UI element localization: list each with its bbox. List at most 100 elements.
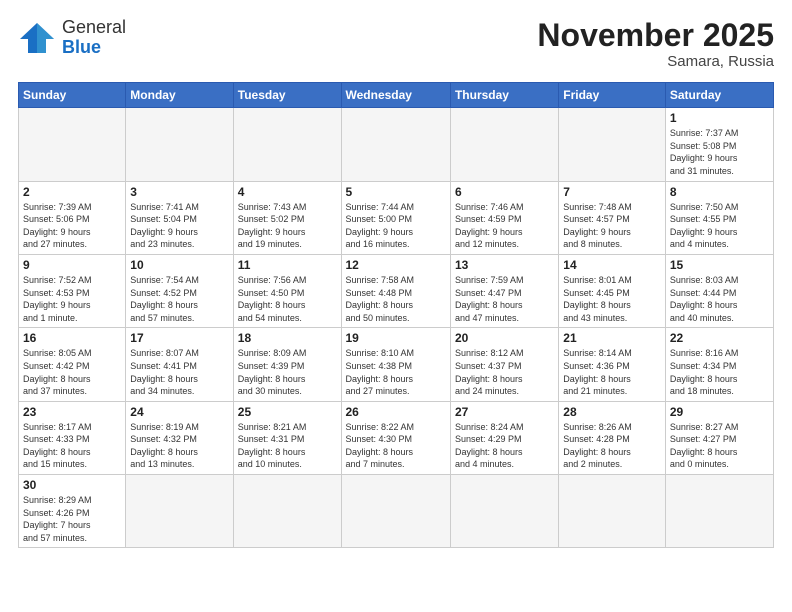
- day-info: Sunrise: 8:21 AM Sunset: 4:31 PM Dayligh…: [238, 421, 337, 471]
- day-number: 25: [238, 405, 337, 419]
- day-info: Sunrise: 8:29 AM Sunset: 4:26 PM Dayligh…: [23, 494, 121, 544]
- day-header-monday: Monday: [126, 83, 233, 108]
- day-number: 17: [130, 331, 228, 345]
- calendar-cell: 3 Sunrise: 7:41 AM Sunset: 5:04 PM Daylig…: [126, 181, 233, 254]
- calendar-cell: 30 Sunrise: 8:29 AM Sunset: 4:26 PM Dayli…: [19, 475, 126, 548]
- location: Samara, Russia: [537, 53, 774, 70]
- calendar-cell: 18 Sunrise: 8:09 AM Sunset: 4:39 PM Dayli…: [233, 328, 341, 401]
- calendar-cell: 7Sunrise: 7:48 AM Sunset: 4:57 PM Daylig…: [559, 181, 666, 254]
- calendar: SundayMondayTuesdayWednesdayThursdayFrid…: [18, 82, 774, 548]
- calendar-cell: 6 Sunrise: 7:46 AM Sunset: 4:59 PM Daylig…: [450, 181, 558, 254]
- day-info: Sunrise: 7:41 AM Sunset: 5:04 PM Dayligh…: [130, 201, 228, 251]
- calendar-cell: 8 Sunrise: 7:50 AM Sunset: 4:55 PM Daylig…: [665, 181, 773, 254]
- calendar-cell: 22 Sunrise: 8:16 AM Sunset: 4:34 PM Dayli…: [665, 328, 773, 401]
- day-header-wednesday: Wednesday: [341, 83, 450, 108]
- day-info: Sunrise: 7:50 AM Sunset: 4:55 PM Dayligh…: [670, 201, 769, 251]
- logo-icon: [18, 21, 56, 55]
- day-number: 30: [23, 478, 121, 492]
- calendar-cell: 23 Sunrise: 8:17 AM Sunset: 4:33 PM Dayli…: [19, 401, 126, 474]
- day-info: Sunrise: 8:01 AM Sunset: 4:45 PM Dayligh…: [563, 274, 661, 324]
- day-number: 18: [238, 331, 337, 345]
- calendar-cell: 26 Sunrise: 8:22 AM Sunset: 4:30 PM Dayli…: [341, 401, 450, 474]
- calendar-header-row: SundayMondayTuesdayWednesdayThursdayFrid…: [19, 83, 774, 108]
- day-info: Sunrise: 8:12 AM Sunset: 4:37 PM Dayligh…: [455, 347, 554, 397]
- day-info: Sunrise: 8:10 AM Sunset: 4:38 PM Dayligh…: [346, 347, 446, 397]
- day-info: Sunrise: 8:26 AM Sunset: 4:28 PM Dayligh…: [563, 421, 661, 471]
- day-header-thursday: Thursday: [450, 83, 558, 108]
- calendar-cell: 28 Sunrise: 8:26 AM Sunset: 4:28 PM Dayli…: [559, 401, 666, 474]
- calendar-cell: 21Sunrise: 8:14 AM Sunset: 4:36 PM Dayli…: [559, 328, 666, 401]
- calendar-cell: [665, 475, 773, 548]
- calendar-cell: 24Sunrise: 8:19 AM Sunset: 4:32 PM Dayli…: [126, 401, 233, 474]
- day-info: Sunrise: 7:59 AM Sunset: 4:47 PM Dayligh…: [455, 274, 554, 324]
- calendar-cell: 29Sunrise: 8:27 AM Sunset: 4:27 PM Dayli…: [665, 401, 773, 474]
- day-number: 11: [238, 258, 337, 272]
- day-info: Sunrise: 8:22 AM Sunset: 4:30 PM Dayligh…: [346, 421, 446, 471]
- day-header-saturday: Saturday: [665, 83, 773, 108]
- month-title: November 2025: [537, 18, 774, 53]
- day-number: 20: [455, 331, 554, 345]
- calendar-cell: 10Sunrise: 7:54 AM Sunset: 4:52 PM Dayli…: [126, 254, 233, 327]
- calendar-cell: [19, 108, 126, 181]
- day-number: 28: [563, 405, 661, 419]
- day-number: 3: [130, 185, 228, 199]
- calendar-cell: 27Sunrise: 8:24 AM Sunset: 4:29 PM Dayli…: [450, 401, 558, 474]
- calendar-cell: 1 Sunrise: 7:37 AM Sunset: 5:08 PM Daylig…: [665, 108, 773, 181]
- day-info: Sunrise: 7:48 AM Sunset: 4:57 PM Dayligh…: [563, 201, 661, 251]
- calendar-cell: 17Sunrise: 8:07 AM Sunset: 4:41 PM Dayli…: [126, 328, 233, 401]
- week-row-5: 30 Sunrise: 8:29 AM Sunset: 4:26 PM Dayli…: [19, 475, 774, 548]
- title-area: November 2025 Samara, Russia: [537, 18, 774, 70]
- day-info: Sunrise: 8:09 AM Sunset: 4:39 PM Dayligh…: [238, 347, 337, 397]
- day-info: Sunrise: 8:05 AM Sunset: 4:42 PM Dayligh…: [23, 347, 121, 397]
- day-number: 9: [23, 258, 121, 272]
- calendar-cell: [126, 108, 233, 181]
- day-number: 4: [238, 185, 337, 199]
- day-info: Sunrise: 7:39 AM Sunset: 5:06 PM Dayligh…: [23, 201, 121, 251]
- calendar-cell: 15 Sunrise: 8:03 AM Sunset: 4:44 PM Dayli…: [665, 254, 773, 327]
- day-info: Sunrise: 7:43 AM Sunset: 5:02 PM Dayligh…: [238, 201, 337, 251]
- day-number: 24: [130, 405, 228, 419]
- calendar-cell: 12Sunrise: 7:58 AM Sunset: 4:48 PM Dayli…: [341, 254, 450, 327]
- day-header-tuesday: Tuesday: [233, 83, 341, 108]
- day-number: 23: [23, 405, 121, 419]
- calendar-cell: 9Sunrise: 7:52 AM Sunset: 4:53 PM Daylig…: [19, 254, 126, 327]
- day-number: 19: [346, 331, 446, 345]
- calendar-cell: [450, 475, 558, 548]
- day-info: Sunrise: 8:17 AM Sunset: 4:33 PM Dayligh…: [23, 421, 121, 471]
- day-info: Sunrise: 8:03 AM Sunset: 4:44 PM Dayligh…: [670, 274, 769, 324]
- calendar-cell: [559, 475, 666, 548]
- week-row-3: 16Sunrise: 8:05 AM Sunset: 4:42 PM Dayli…: [19, 328, 774, 401]
- logo-blue: Blue: [62, 38, 126, 58]
- day-header-friday: Friday: [559, 83, 666, 108]
- calendar-cell: 14Sunrise: 8:01 AM Sunset: 4:45 PM Dayli…: [559, 254, 666, 327]
- day-number: 29: [670, 405, 769, 419]
- day-info: Sunrise: 7:37 AM Sunset: 5:08 PM Dayligh…: [670, 127, 769, 177]
- day-number: 12: [346, 258, 446, 272]
- day-number: 15: [670, 258, 769, 272]
- calendar-cell: 25 Sunrise: 8:21 AM Sunset: 4:31 PM Dayli…: [233, 401, 341, 474]
- logo-general: General: [62, 18, 126, 38]
- page: General Blue November 2025 Samara, Russi…: [0, 0, 792, 612]
- calendar-cell: [341, 108, 450, 181]
- calendar-cell: [233, 108, 341, 181]
- day-number: 13: [455, 258, 554, 272]
- day-info: Sunrise: 7:56 AM Sunset: 4:50 PM Dayligh…: [238, 274, 337, 324]
- calendar-cell: [450, 108, 558, 181]
- day-number: 1: [670, 111, 769, 125]
- day-number: 26: [346, 405, 446, 419]
- day-info: Sunrise: 7:46 AM Sunset: 4:59 PM Dayligh…: [455, 201, 554, 251]
- calendar-cell: 16Sunrise: 8:05 AM Sunset: 4:42 PM Dayli…: [19, 328, 126, 401]
- day-number: 22: [670, 331, 769, 345]
- week-row-4: 23 Sunrise: 8:17 AM Sunset: 4:33 PM Dayli…: [19, 401, 774, 474]
- calendar-cell: [233, 475, 341, 548]
- calendar-cell: 2Sunrise: 7:39 AM Sunset: 5:06 PM Daylig…: [19, 181, 126, 254]
- day-number: 6: [455, 185, 554, 199]
- week-row-0: 1 Sunrise: 7:37 AM Sunset: 5:08 PM Daylig…: [19, 108, 774, 181]
- day-info: Sunrise: 8:24 AM Sunset: 4:29 PM Dayligh…: [455, 421, 554, 471]
- day-number: 21: [563, 331, 661, 345]
- header: General Blue November 2025 Samara, Russi…: [18, 18, 774, 70]
- day-number: 8: [670, 185, 769, 199]
- day-info: Sunrise: 8:16 AM Sunset: 4:34 PM Dayligh…: [670, 347, 769, 397]
- calendar-cell: 4 Sunrise: 7:43 AM Sunset: 5:02 PM Daylig…: [233, 181, 341, 254]
- day-info: Sunrise: 7:44 AM Sunset: 5:00 PM Dayligh…: [346, 201, 446, 251]
